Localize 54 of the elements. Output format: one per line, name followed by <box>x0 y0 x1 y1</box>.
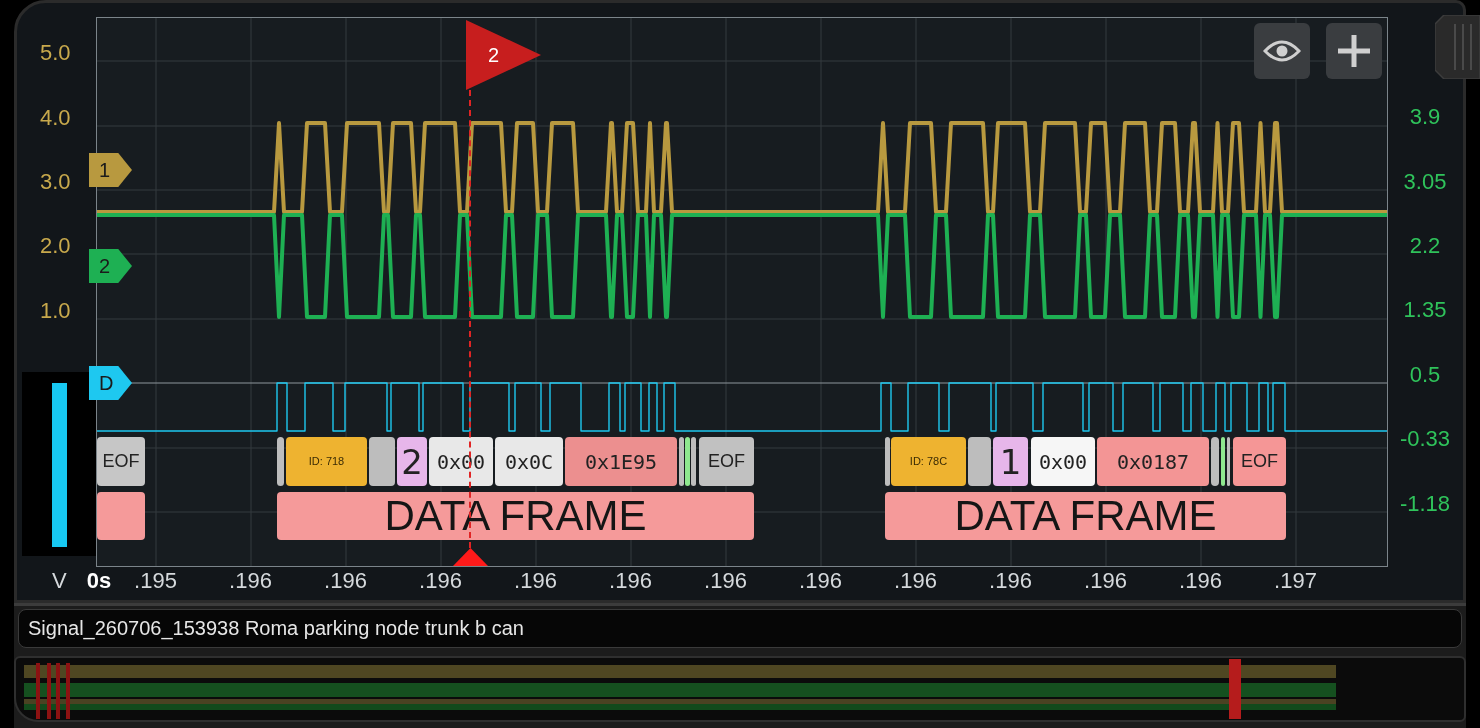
cursor-marker <box>56 663 60 719</box>
eye-icon <box>1263 39 1301 63</box>
tick-label: .196 <box>1179 570 1222 592</box>
axis-label: -0.33 <box>1399 428 1451 451</box>
decoded-field: ID: 78C <box>891 437 966 486</box>
tick-label: .196 <box>514 570 557 592</box>
drawer-handle[interactable] <box>1435 15 1480 79</box>
axis-label: 3.9 <box>1409 106 1441 129</box>
origin-label: 0s <box>86 570 112 592</box>
tick-label: .196 <box>1084 570 1127 592</box>
decoded-field: 2 <box>397 437 427 486</box>
decoded-field: 0x1E95 <box>565 437 677 486</box>
frame-bar <box>97 492 145 540</box>
tick-label: .196 <box>894 570 937 592</box>
unit-label: V <box>52 570 67 592</box>
axis-label: 4.0 <box>40 106 71 129</box>
tick-label: .196 <box>419 570 462 592</box>
decoded-field: EOF <box>1233 437 1286 486</box>
decoded-field: 0x00 <box>429 437 493 486</box>
axis-label: 3.0 <box>40 170 71 193</box>
tick-label: .196 <box>799 570 842 592</box>
cursor-flag[interactable]: 2 <box>466 20 541 90</box>
axis-label: 1.0 <box>40 299 71 322</box>
tick-label: .195 <box>134 570 177 592</box>
decoded-field: ID: 718 <box>286 437 367 486</box>
axis-label: 3.05 <box>1403 170 1447 193</box>
cursor-marker <box>47 663 51 719</box>
decoded-field: EOF <box>699 437 754 486</box>
tick-label: .196 <box>229 570 272 592</box>
tick-label: .196 <box>704 570 747 592</box>
axis-label: 5.0 <box>40 42 71 65</box>
frame-bar: DATA FRAME <box>885 492 1286 540</box>
cursor-marker <box>36 663 40 719</box>
decoded-field: EOF <box>97 437 145 486</box>
tick-label: .196 <box>989 570 1032 592</box>
signal-name: Signal_260706_153938 Roma parking node trunk b can <box>18 609 1462 648</box>
plus-icon <box>1338 35 1370 67</box>
axis-label: 2.0 <box>40 235 71 258</box>
tick-label: .197 <box>1274 570 1317 592</box>
axis-label: 1.35 <box>1403 299 1447 322</box>
axis-label: 2.2 <box>1409 234 1441 257</box>
axis-label: 0.5 <box>1409 363 1441 386</box>
tick-label: .196 <box>324 570 367 592</box>
cursor-marker <box>66 663 70 719</box>
view-button[interactable] <box>1254 23 1310 79</box>
axis-label: -1.18 <box>1399 492 1451 515</box>
viewport-handle[interactable] <box>1229 659 1241 719</box>
add-button[interactable] <box>1326 23 1382 79</box>
decoded-field: 0x0C <box>495 437 563 486</box>
tick-label: .196 <box>609 570 652 592</box>
decoded-field: 0x0187 <box>1097 437 1209 486</box>
decoded-field: 0x00 <box>1031 437 1095 486</box>
frame-bar: DATA FRAME <box>277 492 754 540</box>
decoded-field: 1 <box>993 437 1028 486</box>
